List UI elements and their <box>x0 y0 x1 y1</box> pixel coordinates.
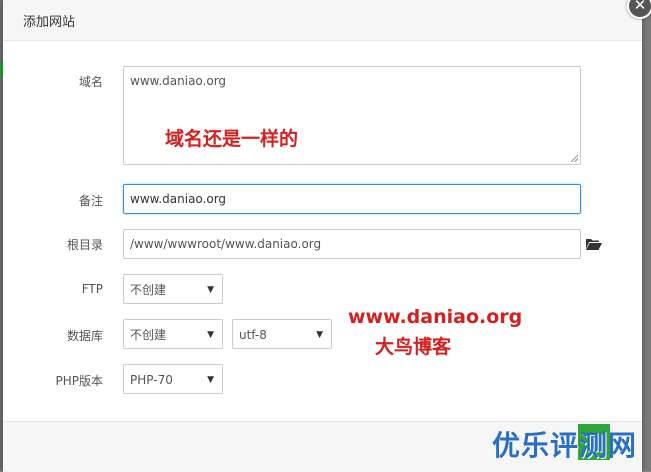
dialog-title: 添加网站 <box>23 15 76 30</box>
site-url-annotation: www.daniao.org <box>348 306 523 328</box>
domain-label: 域名 <box>78 75 103 89</box>
root-path-value: /www/wwwroot/www.daniao.org <box>130 237 322 251</box>
add-site-dialog: 添加网站 域名 www.daniao.org 备注 www.daniao.org… <box>3 0 642 472</box>
caret-down-icon: ▼ <box>207 285 214 295</box>
remark-input[interactable]: www.daniao.org <box>123 184 581 214</box>
caret-down-icon: ▼ <box>316 330 323 340</box>
folder-open-icon[interactable] <box>586 238 602 250</box>
blog-name-annotation: 大鸟博客 <box>375 336 452 358</box>
php-version-select[interactable]: PHP-70 ▼ <box>123 364 223 394</box>
domain-annotation: 域名还是一样的 <box>165 128 299 150</box>
caret-down-icon: ▼ <box>207 330 214 340</box>
root-label: 根目录 <box>66 238 103 252</box>
domain-value: www.daniao.org <box>130 74 227 88</box>
resize-grip-icon[interactable] <box>571 155 578 162</box>
ftp-label: FTP <box>81 282 103 296</box>
caret-down-icon: ▼ <box>207 375 214 385</box>
remark-value: www.daniao.org <box>130 192 227 206</box>
dialog-header: 添加网站 <box>3 0 642 41</box>
database-select[interactable]: 不创建 ▼ <box>123 319 223 349</box>
charset-selected: utf-8 <box>239 328 267 342</box>
watermark: 优乐评测网 <box>492 429 638 462</box>
remark-label: 备注 <box>78 194 103 208</box>
database-selected: 不创建 <box>130 328 167 342</box>
root-path-input[interactable]: /www/wwwroot/www.daniao.org <box>123 229 581 259</box>
database-label: 数据库 <box>66 329 103 343</box>
ftp-selected: 不创建 <box>130 283 167 297</box>
ftp-select[interactable]: 不创建 ▼ <box>123 274 223 304</box>
charset-select[interactable]: utf-8 ▼ <box>232 319 332 349</box>
backdrop-right <box>642 0 651 471</box>
php-selected: PHP-70 <box>130 373 173 387</box>
php-label: PHP版本 <box>55 374 104 388</box>
